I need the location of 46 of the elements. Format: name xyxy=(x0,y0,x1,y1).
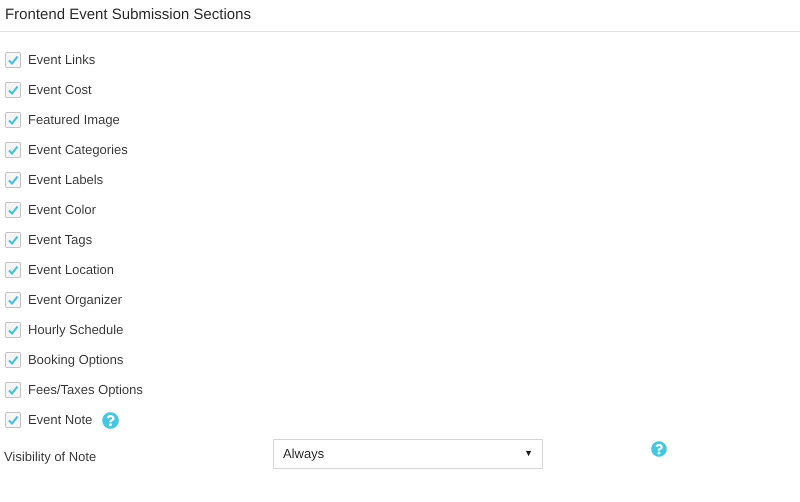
checkbox[interactable] xyxy=(5,82,21,98)
option-label: Hourly Schedule xyxy=(28,321,124,340)
checkbox[interactable] xyxy=(5,412,21,428)
checkbox[interactable] xyxy=(5,382,21,398)
option-label: Event Cost xyxy=(28,81,92,100)
option-label: Event Location xyxy=(28,261,114,280)
checkbox[interactable] xyxy=(5,142,21,158)
checkmark-icon xyxy=(7,84,19,96)
checkmark-icon xyxy=(7,384,19,396)
option-label: Event Categories xyxy=(28,141,128,160)
help-icon[interactable] xyxy=(651,441,667,457)
checkbox[interactable] xyxy=(5,352,21,368)
checkmark-icon xyxy=(7,324,19,336)
option-label: Booking Options xyxy=(28,351,124,370)
visibility-label: Visibility of Note xyxy=(4,448,98,466)
checkmark-icon xyxy=(7,174,19,186)
checkmark-icon xyxy=(7,144,19,156)
help-icon[interactable] xyxy=(102,412,120,428)
option-label: Event Organizer xyxy=(28,291,122,310)
select-value: Always xyxy=(283,445,324,464)
option-label: Event Links xyxy=(28,51,96,70)
option-label: Event Note xyxy=(28,411,92,430)
checkmark-icon xyxy=(7,114,19,126)
dropdown-arrow: ▼ xyxy=(524,447,533,460)
checkmark-icon xyxy=(7,354,19,366)
checkbox[interactable] xyxy=(5,112,21,128)
checkmark-icon xyxy=(7,414,19,426)
checkmark-icon xyxy=(7,204,19,216)
checkbox[interactable] xyxy=(5,52,21,68)
checkmark-icon xyxy=(7,234,19,246)
option-label: Event Color xyxy=(28,201,96,220)
visibility-select[interactable]: Always ▼ xyxy=(273,439,543,469)
checkbox[interactable] xyxy=(5,232,21,248)
checkbox[interactable] xyxy=(5,292,21,308)
checkmark-icon xyxy=(7,54,19,66)
option-label: Featured Image xyxy=(28,111,120,130)
section-title: Frontend Event Submission Sections xyxy=(5,5,251,25)
option-label: Fees/Taxes Options xyxy=(28,381,143,400)
checkbox[interactable] xyxy=(5,322,21,338)
option-label: Event Tags xyxy=(28,231,92,250)
option-label: Event Labels xyxy=(28,171,104,190)
checkmark-icon xyxy=(7,294,19,306)
checkmark-icon xyxy=(7,264,19,276)
checkbox[interactable] xyxy=(5,202,21,218)
checkbox[interactable] xyxy=(5,172,21,188)
checkbox[interactable] xyxy=(5,262,21,278)
